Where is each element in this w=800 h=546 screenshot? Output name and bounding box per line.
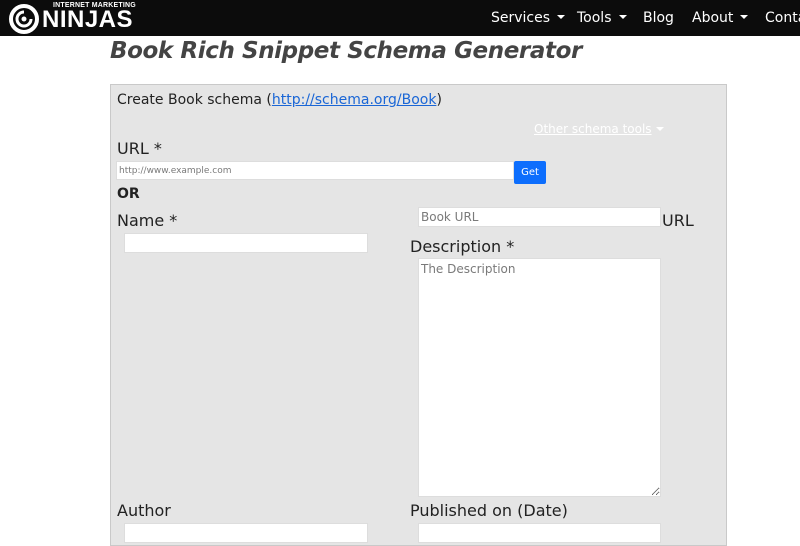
published-date-input[interactable]	[418, 523, 661, 543]
nav-item-blog[interactable]: Blog	[643, 0, 674, 36]
form-heading-suffix: )	[436, 92, 442, 108]
nav-item-tools[interactable]: Tools	[577, 0, 627, 36]
page-title: Book Rich Snippet Schema Generator	[110, 38, 582, 64]
nav-item-label: About	[692, 10, 734, 26]
caret-down-icon	[740, 15, 749, 19]
description-textarea[interactable]	[418, 258, 661, 497]
caret-down-icon	[618, 15, 627, 19]
description-label: Description *	[410, 237, 515, 256]
form-heading: Create Book schema (http://schema.org/Bo…	[117, 92, 442, 108]
brand-name: NINJAS	[42, 6, 134, 33]
published-date-label: Published on (Date)	[410, 501, 568, 520]
url-input[interactable]	[116, 161, 514, 180]
book-url-input[interactable]	[418, 207, 661, 227]
url-label: URL *	[117, 139, 162, 158]
nav-item-label: Conta	[765, 10, 800, 26]
author-label: Author	[117, 501, 171, 520]
get-button[interactable]: Get	[514, 161, 546, 184]
ninja-swirl-icon	[9, 4, 39, 34]
name-label: Name *	[117, 211, 178, 230]
nav-item-about[interactable]: About	[692, 0, 749, 36]
book-url-label: URL	[662, 211, 694, 230]
nav-item-contact[interactable]: Conta	[765, 0, 800, 36]
schema-org-link[interactable]: http://schema.org/Book	[272, 92, 437, 108]
schema-form-panel: Create Book schema (http://schema.org/Bo…	[110, 84, 727, 546]
nav-item-label: Services	[491, 10, 551, 26]
other-schema-tools-dropdown[interactable]: Other schema tools	[534, 118, 664, 137]
name-input[interactable]	[124, 233, 368, 253]
caret-down-icon	[557, 15, 566, 19]
other-schema-tools-label: Other schema tools	[534, 122, 652, 136]
nav-item-label: Tools	[577, 10, 612, 26]
form-heading-prefix: Create Book schema (	[117, 92, 272, 108]
brand-logo[interactable]: INTERNET MARKETING NINJAS	[9, 1, 139, 35]
caret-down-icon	[655, 127, 664, 131]
nav-item-services[interactable]: Services	[491, 0, 566, 36]
author-input[interactable]	[124, 523, 368, 543]
or-separator: OR	[117, 186, 140, 202]
top-navbar: INTERNET MARKETING NINJAS Services Tools…	[0, 0, 800, 36]
nav-item-label: Blog	[643, 10, 674, 26]
